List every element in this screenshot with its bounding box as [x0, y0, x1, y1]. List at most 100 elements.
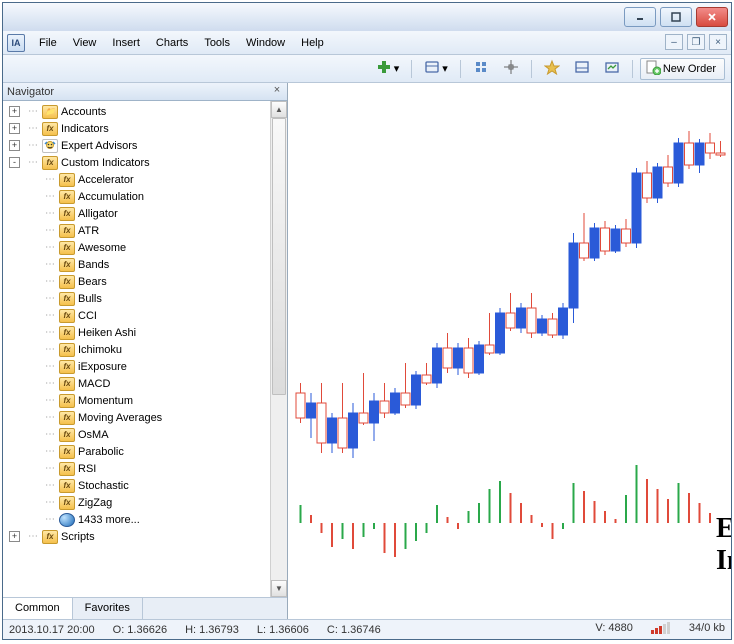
tree-item-iexposure[interactable]: ⋯fxiExposure [7, 358, 268, 375]
menu-window[interactable]: Window [238, 32, 293, 54]
tree-item-rsi[interactable]: ⋯fxRSI [7, 460, 268, 477]
menu-charts[interactable]: Charts [148, 32, 196, 54]
close-button[interactable] [696, 7, 728, 27]
toolbar-add-button[interactable]: ▾ [371, 58, 405, 80]
tree-item-accounts[interactable]: +⋯📁Accounts [7, 103, 268, 120]
fx-icon: fx [59, 428, 75, 442]
toolbar-terminal-button[interactable] [569, 58, 595, 80]
folder-icon: 📁 [42, 105, 58, 119]
client-area: Navigator × +⋯📁Accounts+⋯fxIndicators+⋯E… [3, 83, 731, 619]
menu-help[interactable]: Help [293, 32, 332, 54]
tab-favorites[interactable]: Favorites [73, 598, 143, 619]
terminal-icon [574, 59, 590, 78]
expert-advisor-icon [42, 139, 58, 153]
mdi-minimize-button[interactable]: – [665, 34, 683, 50]
tree-toggle[interactable]: + [9, 123, 20, 134]
tree-item-more[interactable]: ⋯1433 more... [7, 511, 268, 528]
toolbar-tester-button[interactable] [599, 58, 625, 80]
tree-item-accumulation[interactable]: ⋯fxAccumulation [7, 188, 268, 205]
candlestick-chart [288, 83, 731, 483]
navigator-close-button[interactable]: × [270, 84, 284, 98]
tree-item-bears[interactable]: ⋯fxBears [7, 273, 268, 290]
globe-icon [59, 513, 75, 527]
tree-item-awesome[interactable]: ⋯fxAwesome [7, 239, 268, 256]
toolbar-profile-button[interactable]: ▾ [419, 58, 453, 80]
tree-connector: ⋯ [42, 361, 56, 372]
scroll-down-button[interactable]: ▼ [271, 580, 287, 597]
scroll-thumb[interactable] [272, 118, 286, 395]
navigator-scrollbar[interactable]: ▲ ▼ [270, 101, 287, 597]
mdi-close-button[interactable]: × [709, 34, 727, 50]
tree-item-cci[interactable]: ⋯fxCCI [7, 307, 268, 324]
tree-item-heiken-ashi[interactable]: ⋯fxHeiken Ashi [7, 324, 268, 341]
mdi-restore-button[interactable]: ❐ [687, 34, 705, 50]
tree-toggle[interactable]: - [9, 157, 20, 168]
menu-tools[interactable]: Tools [196, 32, 238, 54]
tree-connector: ⋯ [42, 446, 56, 457]
tree-item-accelerator[interactable]: ⋯fxAccelerator [7, 171, 268, 188]
tree-toggle[interactable]: + [9, 106, 20, 117]
toolbar-data-window-button[interactable] [498, 58, 524, 80]
tree-connector: ⋯ [25, 531, 39, 542]
tree-toggle[interactable]: + [9, 140, 20, 151]
titlebar [3, 3, 731, 31]
tab-common[interactable]: Common [3, 598, 73, 619]
tree-item-macd[interactable]: ⋯fxMACD [7, 375, 268, 392]
tree-item-label: Custom Indicators [61, 157, 150, 169]
tree-item-parabolic[interactable]: ⋯fxParabolic [7, 443, 268, 460]
chevron-down-icon: ▾ [394, 62, 400, 75]
crosshair-icon [503, 59, 519, 78]
tree-item-osma[interactable]: ⋯fxOsMA [7, 426, 268, 443]
maximize-button[interactable] [660, 7, 692, 27]
menu-insert[interactable]: Insert [104, 32, 148, 54]
chevron-down-icon: ▾ [442, 62, 448, 75]
status-high: H: 1.36793 [185, 624, 239, 636]
new-order-button[interactable]: New Order [640, 58, 725, 80]
tree-toggle[interactable]: + [9, 531, 20, 542]
minimize-button[interactable] [624, 7, 656, 27]
tree-item-stochastic[interactable]: ⋯fxStochastic [7, 477, 268, 494]
toolbar-market-watch-button[interactable] [468, 58, 494, 80]
app-window: IA File View Insert Charts Tools Window … [2, 2, 732, 640]
menu-file[interactable]: File [31, 32, 65, 54]
tree-item-label: Bands [78, 259, 109, 271]
tree-item-zigzag[interactable]: ⋯fxZigZag [7, 494, 268, 511]
toolbar-separator [411, 60, 412, 78]
fx-icon: fx [42, 530, 58, 544]
tree-connector: ⋯ [25, 140, 39, 151]
tree-item-expert-advisors[interactable]: + ⋯ Expert Advisors [7, 137, 268, 154]
menu-view[interactable]: View [65, 32, 105, 54]
tree-item-label: Accumulation [78, 191, 144, 203]
tree-item-ichimoku[interactable]: ⋯fxIchimoku [7, 341, 268, 358]
tree-item-moving-averages[interactable]: ⋯fxMoving Averages [7, 409, 268, 426]
tree-item-alligator[interactable]: ⋯fxAlligator [7, 205, 268, 222]
tree-item-label: Indicators [61, 123, 109, 135]
order-icon [645, 59, 661, 78]
navigator-tree[interactable]: +⋯📁Accounts+⋯fxIndicators+⋯Expert Adviso… [3, 101, 270, 597]
navigator-tabs: Common Favorites [3, 597, 287, 619]
tree-item-custom-indicators[interactable]: -⋯fxCustom Indicators [7, 154, 268, 171]
fx-icon: fx [59, 173, 75, 187]
toolbar-separator [632, 60, 633, 78]
tree-item-momentum[interactable]: ⋯fxMomentum [7, 392, 268, 409]
tree-item-bands[interactable]: ⋯fxBands [7, 256, 268, 273]
tree-item-label: Expert Advisors [61, 140, 137, 152]
tree-item-bulls[interactable]: ⋯fxBulls [7, 290, 268, 307]
fx-icon: fx [59, 292, 75, 306]
fx-icon: fx [42, 122, 58, 136]
chart-window[interactable]: Edit Indicator fx AC properties... Delet… [288, 83, 731, 619]
fx-icon: fx [59, 275, 75, 289]
scroll-up-button[interactable]: ▲ [271, 101, 287, 118]
toolbar-navigator-button[interactable] [539, 58, 565, 80]
tree-item-atr[interactable]: ⋯fxATR [7, 222, 268, 239]
app-icon: IA [7, 34, 25, 52]
status-close: C: 1.36746 [327, 624, 381, 636]
tree-connector: ⋯ [42, 497, 56, 508]
tree-item-indicators[interactable]: +⋯fxIndicators [7, 120, 268, 137]
scroll-track[interactable] [271, 118, 287, 580]
tree-item-scripts[interactable]: +⋯fxScripts [7, 528, 268, 545]
tree-connector: ⋯ [42, 208, 56, 219]
tree-connector: ⋯ [42, 225, 56, 236]
fx-icon: fx [59, 462, 75, 476]
market-icon [473, 59, 489, 78]
